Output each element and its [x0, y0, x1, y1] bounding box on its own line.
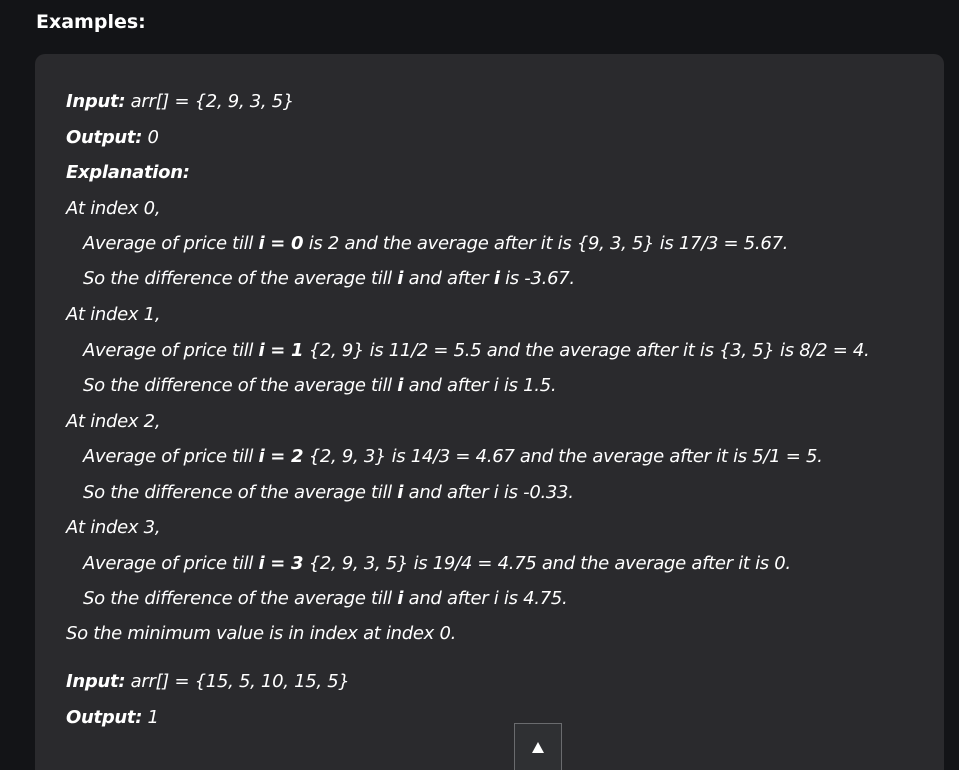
step-average-line: Average of price till i = 0 is 2 and the… — [83, 233, 789, 254]
scroll-to-top-button[interactable] — [514, 723, 562, 770]
explanation-label: Explanation: — [66, 162, 190, 183]
conclusion-line: So the minimum value is in index at inde… — [66, 623, 457, 644]
page: Examples: Input: arr[] = {2, 9, 3, 5} Ou… — [0, 0, 959, 770]
up-triangle-icon — [532, 741, 544, 753]
step-average-line: Average of price till i = 3 {2, 9, 3, 5}… — [83, 553, 791, 574]
step-index-line: At index 0, — [66, 198, 161, 219]
example2-output-line: Output: 1 — [66, 706, 159, 730]
step-average-line: Average of price till i = 1 {2, 9} is 11… — [83, 340, 870, 361]
output-label: Output: — [66, 127, 143, 148]
output-value: 0 — [142, 127, 159, 148]
input-value: arr[] = {2, 9, 3, 5} — [125, 91, 295, 112]
examples-heading: Examples: — [36, 11, 146, 33]
step-index-line: At index 2, — [66, 411, 161, 432]
step-difference-line: So the difference of the average till i … — [83, 268, 575, 289]
step-index-line: At index 1, — [66, 304, 161, 325]
example2-input-line: Input: arr[] = {15, 5, 10, 15, 5} — [66, 670, 350, 694]
output-label: Output: — [66, 707, 143, 728]
step-average-line: Average of price till i = 2 {2, 9, 3} is… — [83, 446, 823, 467]
step-difference-line: So the difference of the average till i … — [83, 482, 574, 503]
step-difference-line: So the difference of the average till i … — [83, 588, 568, 609]
example1-output-line: Output: 0 — [66, 126, 159, 150]
input-value: arr[] = {15, 5, 10, 15, 5} — [125, 671, 350, 692]
output-value: 1 — [142, 707, 159, 728]
input-label: Input: — [66, 91, 126, 112]
step-difference-line: So the difference of the average till i … — [83, 375, 557, 396]
step-index-line: At index 3, — [66, 517, 161, 538]
input-label: Input: — [66, 671, 126, 692]
example1-input-line: Input: arr[] = {2, 9, 3, 5} — [66, 90, 294, 114]
